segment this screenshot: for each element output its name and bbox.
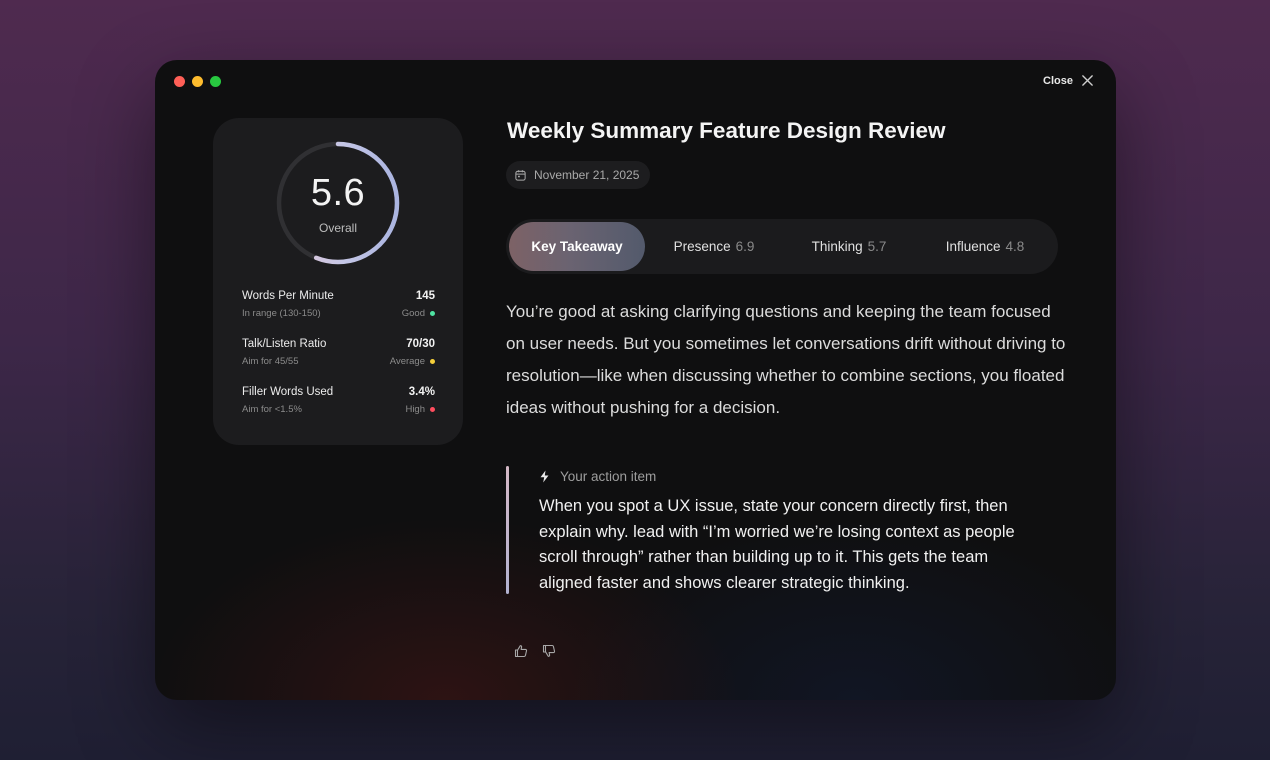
- callout-accent-bar: [506, 466, 509, 594]
- score-card: 5.6 Overall Words Per Minute In range (1…: [213, 118, 463, 445]
- lightning-icon: [540, 470, 549, 483]
- thumbs-down-icon[interactable]: [542, 644, 556, 658]
- window-minimize-light[interactable]: [192, 76, 203, 87]
- page-title: Weekly Summary Feature Design Review: [507, 118, 946, 143]
- metric-status: Good: [402, 308, 435, 319]
- thumbs-up-icon[interactable]: [514, 644, 528, 658]
- metric-status-label: Good: [401, 308, 425, 319]
- tab-label: Presence: [673, 239, 731, 254]
- metric-status: High: [405, 404, 435, 415]
- close-button[interactable]: Close: [1043, 74, 1094, 87]
- tab-label: Thinking: [811, 239, 863, 254]
- close-label: Close: [1043, 74, 1073, 87]
- tab-presence[interactable]: Presence 6.9: [645, 222, 783, 271]
- tab-label: Influence: [945, 239, 1001, 254]
- metric-value: 70/30: [406, 338, 435, 350]
- metrics-list: Words Per Minute In range (130-150) 145 …: [242, 290, 435, 434]
- metric-status: Average: [390, 356, 435, 367]
- metric-words-per-minute: Words Per Minute In range (130-150) 145 …: [242, 290, 435, 338]
- metric-value: 3.4%: [408, 386, 435, 398]
- status-dot: [430, 407, 435, 412]
- window-close-light[interactable]: [174, 76, 185, 87]
- metric-value: 145: [415, 290, 435, 302]
- tab-label: Key Takeaway: [531, 239, 623, 254]
- date-badge: November 21, 2025: [506, 161, 651, 189]
- status-dot: [430, 311, 435, 316]
- tab-bar: Key Takeaway Presence 6.9 Thinking 5.7 I…: [506, 219, 1058, 274]
- metric-target: Aim for 45/55: [242, 356, 299, 367]
- metric-status-label: Average: [389, 356, 425, 367]
- feedback-controls: [514, 644, 556, 658]
- window-controls: [174, 76, 221, 87]
- tab-score: 4.8: [1005, 239, 1025, 254]
- calendar-icon: [515, 169, 526, 181]
- metric-target: In range (130-150): [242, 308, 321, 319]
- metric-name: Filler Words Used: [242, 386, 334, 398]
- tab-score: 6.9: [735, 239, 755, 254]
- tab-score: 5.7: [867, 239, 887, 254]
- overall-score-label: Overall: [318, 221, 357, 235]
- action-item-label: Your action item: [560, 469, 657, 484]
- metric-target: Aim for <1.5%: [242, 404, 302, 415]
- action-item-callout: Your action item When you spot a UX issu…: [506, 466, 1036, 594]
- review-window: Close 5.6 Overall Words Per Minute In ra…: [155, 60, 1116, 700]
- metric-talk-listen-ratio: Talk/Listen Ratio Aim for 45/55 70/30 Av…: [242, 338, 435, 386]
- summary-text: You’re good at asking clarifying questio…: [506, 302, 1066, 417]
- metric-status-label: High: [405, 404, 425, 415]
- date-text: November 21, 2025: [534, 168, 640, 182]
- tab-thinking[interactable]: Thinking 5.7: [783, 222, 915, 271]
- action-item-heading: Your action item: [539, 469, 656, 484]
- close-icon: [1082, 75, 1093, 86]
- metric-filler-words: Filler Words Used Aim for <1.5% 3.4% Hig…: [242, 386, 435, 434]
- metric-name: Words Per Minute: [242, 290, 334, 302]
- tab-influence[interactable]: Influence 4.8: [915, 222, 1055, 271]
- action-item-text: When you spot a UX issue, state your con…: [539, 497, 1015, 592]
- overall-score-value: 5.6: [310, 172, 366, 214]
- metric-name: Talk/Listen Ratio: [242, 338, 327, 350]
- window-zoom-light[interactable]: [210, 76, 221, 87]
- tab-key-takeaway[interactable]: Key Takeaway: [509, 222, 645, 271]
- status-dot: [430, 359, 435, 364]
